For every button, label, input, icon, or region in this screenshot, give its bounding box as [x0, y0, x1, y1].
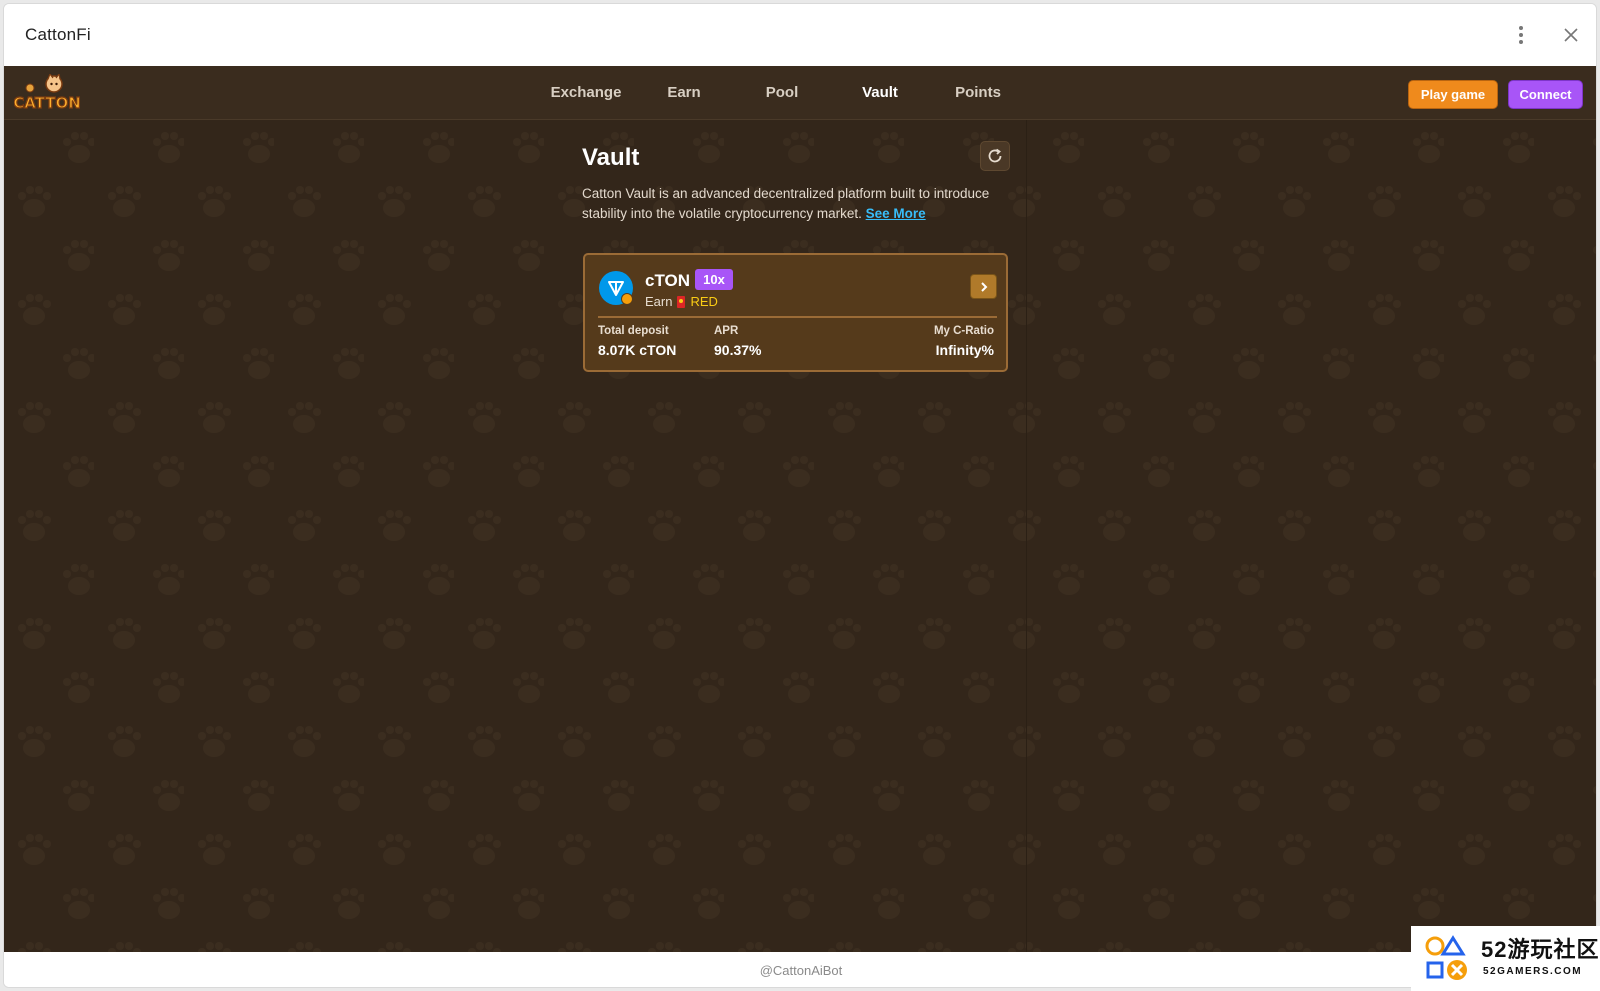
- kebab-menu-icon: [1519, 26, 1523, 44]
- nav-earn[interactable]: Earn: [635, 66, 733, 120]
- nav-vault[interactable]: Vault: [831, 66, 929, 120]
- refresh-button[interactable]: [980, 141, 1010, 171]
- footer-bot-handle: @CattonAiBot: [4, 952, 1596, 987]
- vault-description-text: Catton Vault is an advanced decentralize…: [582, 186, 990, 221]
- open-vault-button[interactable]: [970, 274, 997, 299]
- page-title: Vault: [582, 144, 640, 171]
- main-menu: Exchange Earn Pool Vault Points: [537, 66, 1027, 120]
- site-watermark: 52游玩社区 52GAMERS.COM: [1411, 926, 1600, 991]
- play-game-button[interactable]: Play game: [1408, 80, 1498, 109]
- total-deposit-value: 8.07K cTON: [598, 342, 677, 358]
- earn-label: Earn: [645, 294, 673, 309]
- token-name: cTON: [645, 271, 691, 290]
- c-ratio-value: Infinity%: [935, 342, 994, 358]
- nav-exchange[interactable]: Exchange: [537, 66, 635, 120]
- apr-value: 90.37%: [714, 342, 762, 358]
- multiplier-badge: 10x: [695, 269, 733, 290]
- apr-label: APR: [714, 325, 739, 337]
- nav-points[interactable]: Points: [929, 66, 1027, 120]
- close-icon: [1564, 28, 1578, 42]
- total-deposit-label: Total deposit: [598, 325, 669, 337]
- vault-description: Catton Vault is an advanced decentralize…: [582, 184, 1002, 224]
- connect-button[interactable]: Connect: [1508, 80, 1583, 109]
- catton-logo[interactable]: CATTON: [14, 74, 80, 112]
- see-more-link[interactable]: See More: [866, 206, 926, 221]
- top-navigation: CATTON Exchange Earn Pool Vault Points P…: [4, 66, 1596, 120]
- title-bar: CattonFi: [4, 4, 1596, 66]
- earn-token: RED: [690, 294, 718, 309]
- token-badge-icon: [621, 293, 633, 305]
- chevron-right-icon: [980, 281, 987, 292]
- red-envelope-icon: [677, 295, 686, 308]
- app-window: CattonFi CATTON Exchange Earn Pool Vault…: [3, 3, 1597, 988]
- window-controls: [1496, 4, 1596, 66]
- earn-info: Earn RED: [645, 294, 718, 309]
- watermark-title: 52游玩社区: [1481, 937, 1600, 962]
- gamepad-shapes-icon: [1425, 935, 1467, 980]
- close-button[interactable]: [1546, 15, 1596, 55]
- nav-pool[interactable]: Pool: [733, 66, 831, 120]
- card-divider: [598, 316, 997, 318]
- window-title: CattonFi: [25, 25, 91, 44]
- watermark-url: 52GAMERS.COM: [1483, 966, 1583, 977]
- more-options-button[interactable]: [1496, 15, 1546, 55]
- c-ratio-label: My C-Ratio: [933, 325, 994, 337]
- svg-text:CATTON: CATTON: [14, 94, 80, 112]
- vault-card-cton[interactable]: cTON 10x Earn RED Total deposit 8.07K cT…: [583, 253, 1008, 372]
- column-divider: [1026, 120, 1027, 952]
- app-content: CATTON Exchange Earn Pool Vault Points P…: [4, 66, 1596, 952]
- refresh-icon: [988, 148, 1002, 163]
